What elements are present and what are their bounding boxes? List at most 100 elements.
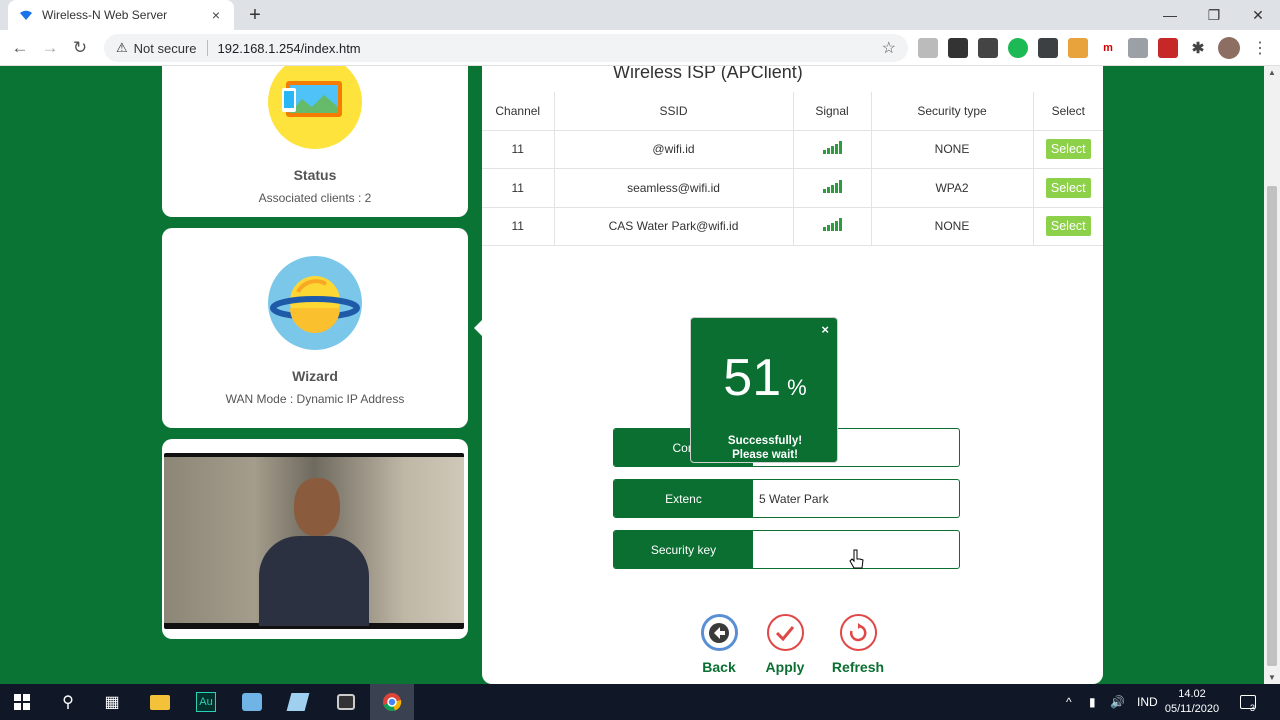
puzzle-icon[interactable]: ✱ [1188, 38, 1208, 58]
wizard-title: Wizard [292, 368, 338, 384]
network-app-icon[interactable] [230, 684, 274, 720]
col-signal: Signal [793, 92, 872, 131]
wizard-card[interactable]: Wizard WAN Mode : Dynamic IP Address [162, 228, 468, 428]
select-button[interactable]: Select [1045, 177, 1091, 198]
row-channel: 11 [482, 130, 555, 169]
notes-app-icon[interactable] [276, 684, 320, 720]
webcam-video [164, 453, 464, 629]
address-separator [206, 40, 208, 56]
extension-reader-icon[interactable] [1038, 38, 1058, 58]
site-survey-table: Channel SSID Signal Security type Select… [482, 92, 1103, 246]
browser-tabbar: Wireless-N Web Server × + — ❐ ✕ [0, 0, 1280, 30]
windows-start-icon[interactable] [0, 684, 44, 720]
hand-cursor-icon [849, 549, 865, 571]
clock[interactable]: 14.02 05/11/2020 [1160, 687, 1224, 717]
row-channel: 11 [482, 168, 555, 208]
table-row: 11 @wifi.id NONE Select [482, 130, 1103, 169]
forward-arrow-icon[interactable]: → [38, 36, 62, 60]
signal-icon [793, 130, 872, 169]
tray-chevron-icon[interactable]: ^ [1066, 684, 1072, 720]
status-card[interactable]: Status Associated clients : 2 [162, 66, 468, 217]
battery-icon[interactable]: ▮ [1089, 684, 1096, 720]
url-text[interactable]: 192.168.1.254/index.htm [218, 41, 882, 56]
table-row: 11 seamless@wifi.id WPA2 Select [482, 168, 1103, 208]
file-explorer-icon[interactable] [138, 684, 182, 720]
notification-icon[interactable]: 3 [1240, 684, 1256, 720]
col-ssid: SSID [554, 92, 794, 131]
page-viewport: Status Associated clients : 2 Wizard WAN… [0, 66, 1280, 684]
cast-icon[interactable] [918, 38, 938, 58]
back-arrow-icon[interactable]: ← [8, 36, 32, 60]
row-ssid: @wifi.id [554, 130, 794, 169]
clock-date: 05/11/2020 [1164, 703, 1220, 715]
progress-popup: × 51% Successfully! Please wait! [690, 317, 838, 463]
signal-icon [793, 168, 872, 208]
tab-close-icon[interactable]: × [208, 7, 224, 23]
extension-box-icon[interactable] [978, 38, 998, 58]
status-icon [268, 66, 362, 149]
minimize-icon[interactable]: — [1148, 0, 1192, 30]
extension-clipboard-icon[interactable] [1068, 38, 1088, 58]
progress-unit: % [787, 375, 807, 400]
panel-pointer [474, 320, 482, 336]
windows-taskbar: ⚲ ▦ Au ^ ▮ 🔊 IND 14.02 05/11/2020 3 [0, 684, 1280, 720]
profile-avatar[interactable] [1218, 37, 1240, 59]
col-select: Select [1033, 92, 1103, 131]
window-close-icon[interactable]: ✕ [1236, 0, 1280, 30]
browser-toolbar: ← → ↻ ⚠ Not secure 192.168.1.254/index.h… [0, 30, 1280, 66]
security-key-label: Security key [614, 531, 753, 568]
new-tab-button[interactable]: + [244, 4, 266, 26]
refresh-button[interactable]: Refresh [818, 614, 898, 675]
scroll-up-icon[interactable]: ▲ [1268, 68, 1276, 77]
reload-icon[interactable]: ↻ [68, 36, 92, 60]
row-security: NONE [871, 130, 1034, 169]
check-icon [766, 614, 804, 651]
not-secure-label: Not secure [133, 40, 197, 56]
extension-red-icon[interactable] [1158, 38, 1178, 58]
extend-ssid-input[interactable]: 5 Water Park [753, 480, 959, 517]
refresh-icon [839, 614, 877, 651]
extend-ssid-label: Extenc [614, 480, 753, 517]
status-subtitle: Associated clients : 2 [258, 191, 372, 205]
row-ssid: seamless@wifi.id [554, 168, 794, 208]
col-security: Security type [871, 92, 1034, 131]
audition-icon[interactable]: Au [184, 684, 228, 720]
wizard-subtitle: WAN Mode : Dynamic IP Address [225, 392, 405, 406]
address-bar[interactable]: ⚠ Not secure 192.168.1.254/index.htm ☆ [104, 34, 908, 62]
extension-graduation-icon[interactable] [948, 38, 968, 58]
select-button[interactable]: Select [1045, 139, 1091, 160]
search-icon[interactable]: ⚲ [46, 684, 90, 720]
extension-green-icon[interactable] [1008, 38, 1028, 58]
page-scrollbar[interactable]: ▲ ▼ [1264, 66, 1280, 684]
camera-app-icon[interactable] [324, 684, 368, 720]
table-header-row: Channel SSID Signal Security type Select [482, 92, 1103, 131]
progress-number: 51 [723, 349, 782, 407]
progress-message: Successfully! Please wait! [727, 435, 803, 461]
popup-close-icon[interactable]: × [821, 322, 829, 337]
extensions-bar: m ✱ [918, 38, 1208, 58]
chrome-taskbar-icon[interactable] [370, 684, 414, 720]
extension-drive-icon[interactable] [1128, 38, 1148, 58]
language-indicator[interactable]: IND [1137, 684, 1158, 720]
video-person [259, 478, 369, 626]
apply-button[interactable]: Apply [745, 614, 825, 675]
scrollbar-thumb[interactable] [1267, 186, 1277, 666]
browser-tab[interactable]: Wireless-N Web Server × [8, 0, 234, 30]
apply-label: Apply [765, 659, 805, 675]
task-view-icon[interactable]: ▦ [90, 684, 134, 720]
refresh-label: Refresh [831, 659, 885, 675]
restore-icon[interactable]: ❐ [1192, 0, 1236, 30]
table-row: 11 CAS Water Park@wifi.id NONE Select [482, 207, 1103, 246]
status-title: Status [293, 167, 337, 183]
webcam-card [162, 439, 468, 639]
row-ssid: CAS Water Park@wifi.id [554, 207, 794, 246]
select-button[interactable]: Select [1045, 216, 1091, 237]
scroll-down-icon[interactable]: ▼ [1268, 673, 1276, 682]
bookmark-star-icon[interactable]: ☆ [882, 38, 896, 58]
volume-icon[interactable]: 🔊 [1110, 684, 1125, 720]
extension-m-icon[interactable]: m [1098, 38, 1118, 58]
tab-title: Wireless-N Web Server [42, 8, 168, 22]
kebab-menu-icon[interactable]: ⋮ [1252, 38, 1268, 58]
signal-icon [793, 207, 872, 246]
security-key-row: Security key [613, 530, 960, 569]
